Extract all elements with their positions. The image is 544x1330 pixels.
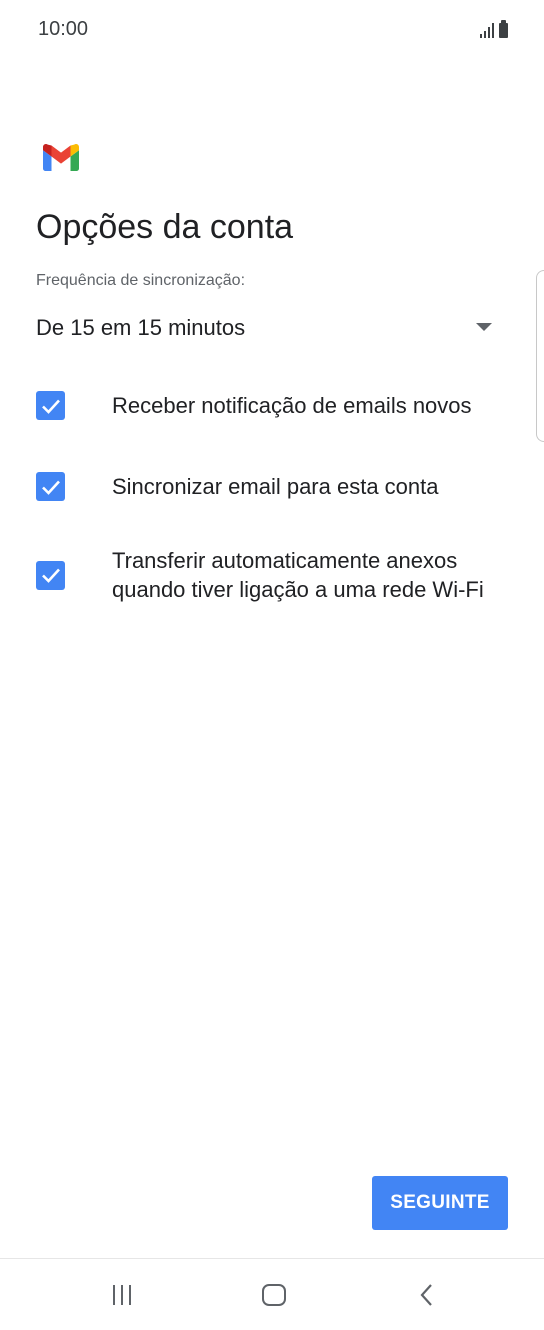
sync-frequency-value: De 15 em 15 minutos [36, 315, 246, 340]
checkmark-icon [41, 399, 60, 414]
recents-icon [113, 1284, 131, 1305]
edge-panel-handle[interactable] [536, 270, 544, 442]
screen: 10:00 Opções da conta Frequência de sinc… [0, 0, 544, 1330]
status-bar: 10:00 [0, 0, 544, 62]
gmail-logo-icon [43, 144, 79, 171]
recents-button[interactable] [72, 1259, 172, 1330]
status-time: 10:00 [38, 18, 89, 40]
back-button[interactable] [376, 1259, 476, 1330]
signal-icon [480, 22, 494, 38]
next-button[interactable]: SEGUINTE [372, 1176, 508, 1230]
option-notify-new-emails[interactable]: Receber notificação de emails novos [36, 391, 506, 420]
dropdown-arrow-icon [476, 323, 492, 331]
option-label: Transferir automaticamente anexos quando… [112, 548, 484, 602]
checkbox-auto-download-attachments[interactable] [36, 560, 65, 590]
status-icons [480, 20, 508, 38]
back-icon [420, 1283, 432, 1306]
checkbox-notify-new-emails[interactable] [36, 391, 65, 420]
home-button[interactable] [224, 1259, 324, 1330]
option-sync-email[interactable]: Sincronizar email para esta conta [36, 472, 506, 501]
option-label: Receber notificação de emails novos [112, 393, 472, 418]
option-label: Sincronizar email para esta conta [112, 474, 439, 499]
checkbox-sync-email[interactable] [36, 472, 65, 501]
sync-frequency-dropdown[interactable]: De 15 em 15 minutos [36, 306, 496, 350]
sync-frequency-label: Frequência de sincronização: [36, 272, 246, 289]
option-auto-download-attachments[interactable]: Transferir automaticamente anexos quando… [36, 546, 506, 604]
checkmark-icon [41, 568, 60, 583]
navigation-bar [0, 1259, 544, 1330]
checkmark-icon [41, 480, 60, 495]
battery-icon [499, 20, 508, 38]
home-icon [262, 1283, 286, 1306]
page-title: Opções da conta [36, 208, 294, 246]
